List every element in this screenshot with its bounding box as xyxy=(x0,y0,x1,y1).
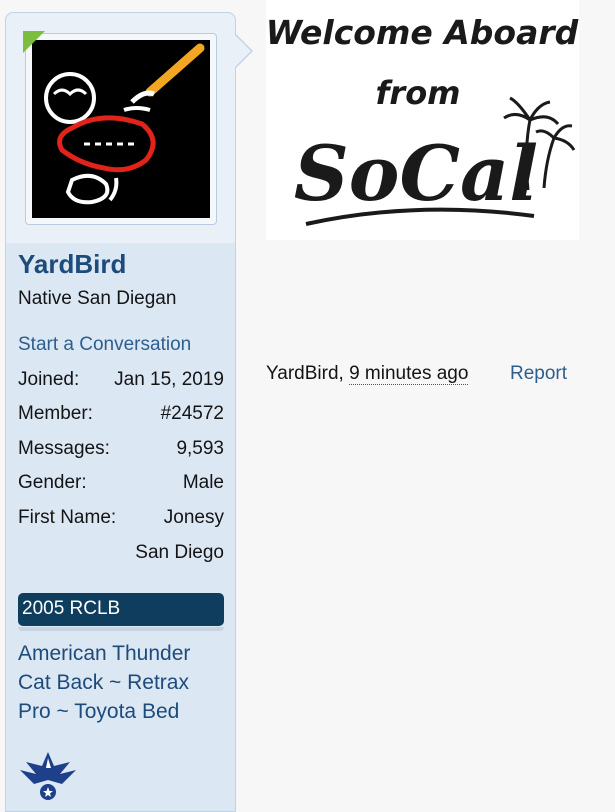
info-value[interactable]: #24572 xyxy=(161,403,224,425)
info-value: Male xyxy=(182,472,224,493)
vehicle-banner-text: 2005 RCLB xyxy=(22,598,121,619)
avatar[interactable] xyxy=(25,33,217,225)
mod-line: American Thunder xyxy=(18,642,191,665)
info-value: Jonesy xyxy=(163,507,224,528)
welcome-text: Welcome Aboard xyxy=(266,13,579,52)
info-row-first-name: First Name: Jonesy xyxy=(18,507,224,531)
info-row-joined: Joined: Jan 15, 2019 xyxy=(18,369,224,393)
mod-line: Cat Back ~ Retrax xyxy=(18,671,189,694)
vehicle-mods: American Thunder Cat Back ~ Retrax Pro ~… xyxy=(18,639,228,726)
online-indicator-icon xyxy=(23,31,45,53)
vehicle-banner: 2005 RCLB xyxy=(18,593,224,626)
info-row-messages: Messages: 9,593 xyxy=(18,438,224,462)
info-row-member: Member: #24572 xyxy=(18,403,224,427)
info-label: Gender: xyxy=(18,472,87,493)
air-force-wings-icon xyxy=(18,748,78,808)
mod-line: Pro ~ Toyota Bed xyxy=(18,700,180,723)
info-value[interactable]: San Diego xyxy=(135,542,224,564)
post-author-link[interactable]: YardBird xyxy=(266,363,339,384)
avatar-area xyxy=(6,13,235,243)
info-label: Joined: xyxy=(18,369,80,390)
info-label: Member: xyxy=(18,403,93,424)
info-row-gender: Gender: Male xyxy=(18,472,224,496)
user-sidebar: YardBird Native San Diegan Start a Conve… xyxy=(5,12,253,812)
padre-logo-avatar xyxy=(32,40,210,218)
signature-image: Welcome Aboard from SoCal xyxy=(266,0,579,240)
info-value: Jan 15, 2019 xyxy=(114,369,224,390)
post-time[interactable]: 9 minutes ago xyxy=(349,363,469,385)
info-label: Messages: xyxy=(18,438,110,459)
info-value[interactable]: 9,593 xyxy=(176,438,224,460)
info-label: First Name: xyxy=(18,507,117,528)
start-conversation-link[interactable]: Start a Conversation xyxy=(18,334,191,356)
post-meta: YardBird, 9 minutes ago xyxy=(266,363,469,385)
info-row-location: San Diego xyxy=(18,542,224,566)
user-title: Native San Diegan xyxy=(18,288,177,309)
username[interactable]: YardBird xyxy=(18,249,126,280)
report-link[interactable]: Report xyxy=(510,363,567,385)
meta-separator: , xyxy=(338,363,350,384)
socal-text: SoCal xyxy=(294,129,538,218)
from-text: from xyxy=(375,74,460,112)
